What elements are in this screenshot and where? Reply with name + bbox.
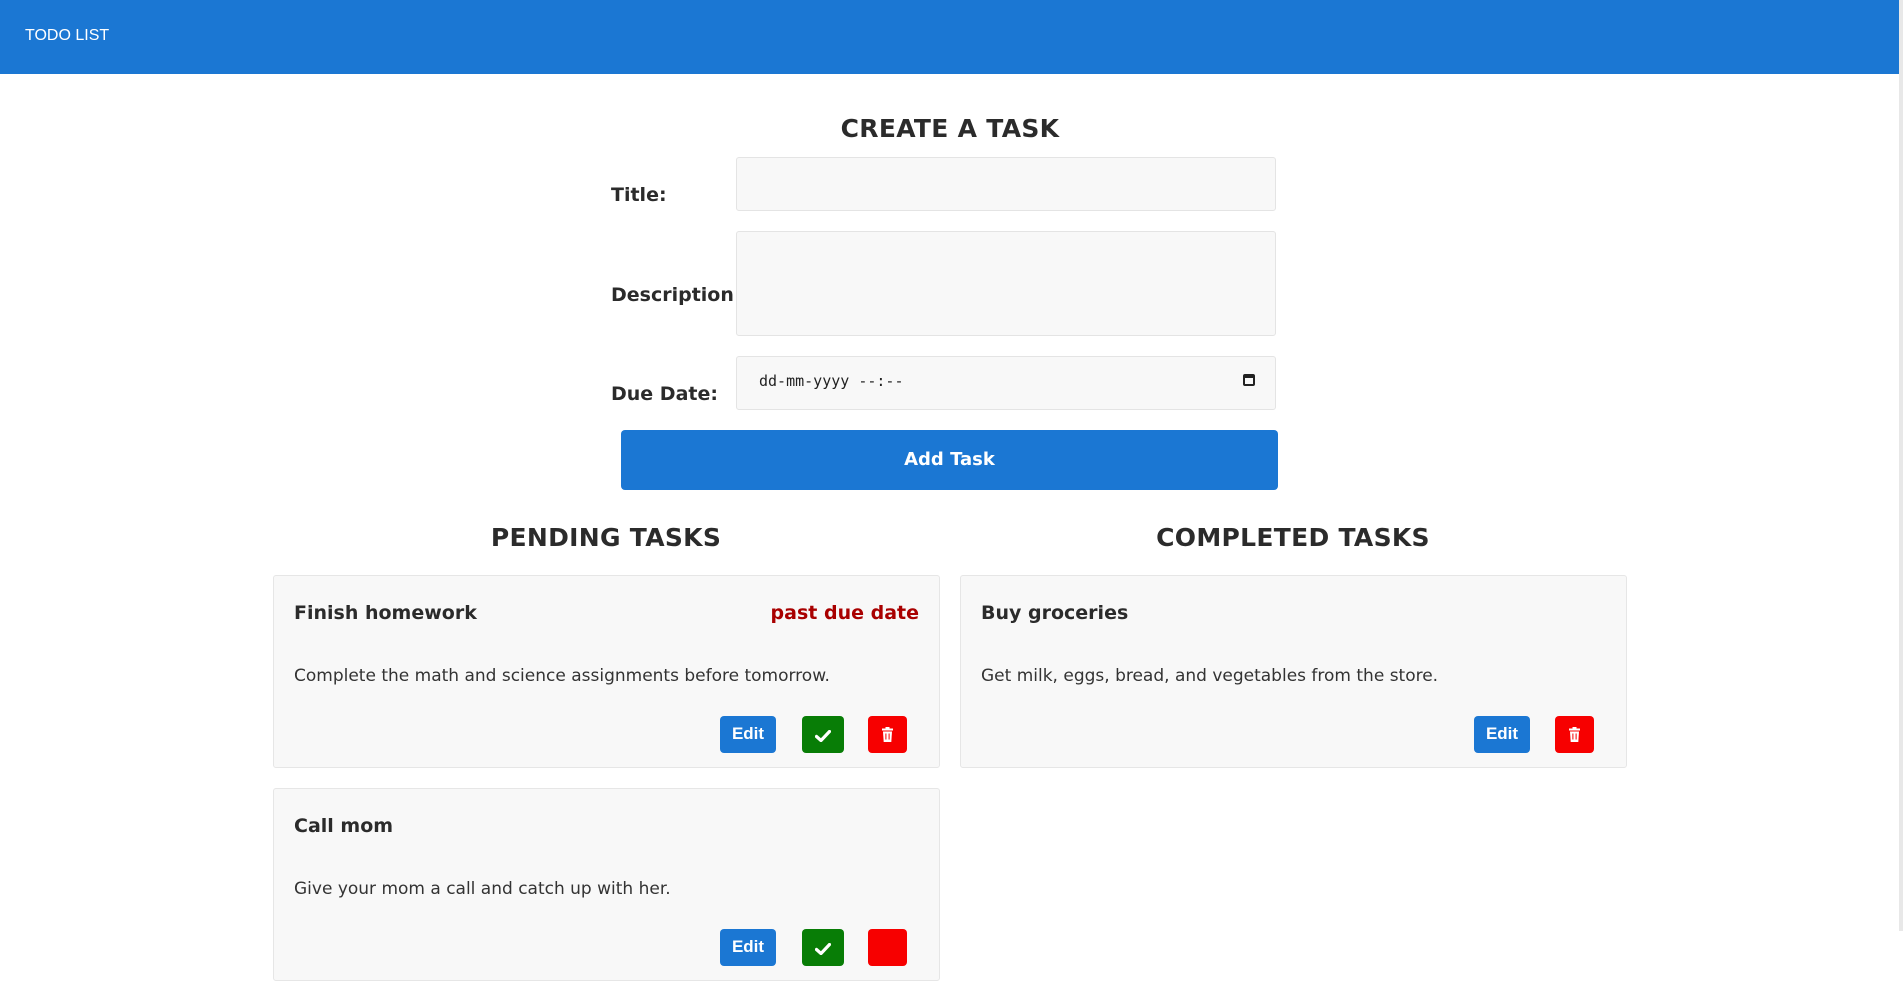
edit-button[interactable]: Edit xyxy=(720,929,776,966)
app-brand[interactable]: TODO LIST xyxy=(25,27,109,45)
page-scrollbar[interactable] xyxy=(1899,0,1903,931)
due-date-input[interactable]: dd-mm-yyyy --:-- xyxy=(736,356,1276,410)
edit-button[interactable]: Edit xyxy=(1474,716,1530,753)
past-due-badge: past due date xyxy=(770,602,919,624)
due-date-label: Due Date: xyxy=(611,383,718,405)
completed-task-card: Buy groceries Get milk, eggs, bread, and… xyxy=(960,575,1627,768)
complete-button[interactable] xyxy=(802,929,844,966)
completed-tasks-heading: COMPLETED TASKS xyxy=(1156,523,1430,552)
top-navbar: TODO LIST xyxy=(0,0,1899,74)
description-textarea[interactable] xyxy=(736,231,1276,336)
edit-button[interactable]: Edit xyxy=(720,716,776,753)
pending-tasks-heading: PENDING TASKS xyxy=(490,523,722,552)
complete-button[interactable] xyxy=(802,716,844,753)
title-label: Title: xyxy=(611,184,667,206)
pending-task-card: Finish homework past due date Complete t… xyxy=(273,575,940,768)
create-task-heading: CREATE A TASK xyxy=(840,114,1060,143)
calendar-icon[interactable] xyxy=(1243,374,1255,386)
delete-button[interactable] xyxy=(868,929,907,966)
description-label: Description: xyxy=(611,284,742,306)
add-task-button[interactable]: Add Task xyxy=(621,430,1278,490)
title-input[interactable] xyxy=(736,157,1276,211)
check-icon xyxy=(814,942,832,955)
delete-button[interactable] xyxy=(868,716,907,753)
pending-task-card: Call mom Give your mom a call and catch … xyxy=(273,788,940,981)
check-icon xyxy=(814,729,832,742)
trash-icon xyxy=(1569,727,1580,742)
task-description: Give your mom a call and catch up with h… xyxy=(294,879,671,899)
task-description: Complete the math and science assignment… xyxy=(294,666,830,686)
delete-button[interactable] xyxy=(1555,716,1594,753)
task-title: Buy groceries xyxy=(981,602,1129,624)
task-title: Finish homework xyxy=(294,602,477,624)
task-title: Call mom xyxy=(294,815,394,837)
due-date-placeholder: dd-mm-yyyy --:-- xyxy=(759,372,904,390)
trash-icon xyxy=(882,727,893,742)
task-description: Get milk, eggs, bread, and vegetables fr… xyxy=(981,666,1439,686)
